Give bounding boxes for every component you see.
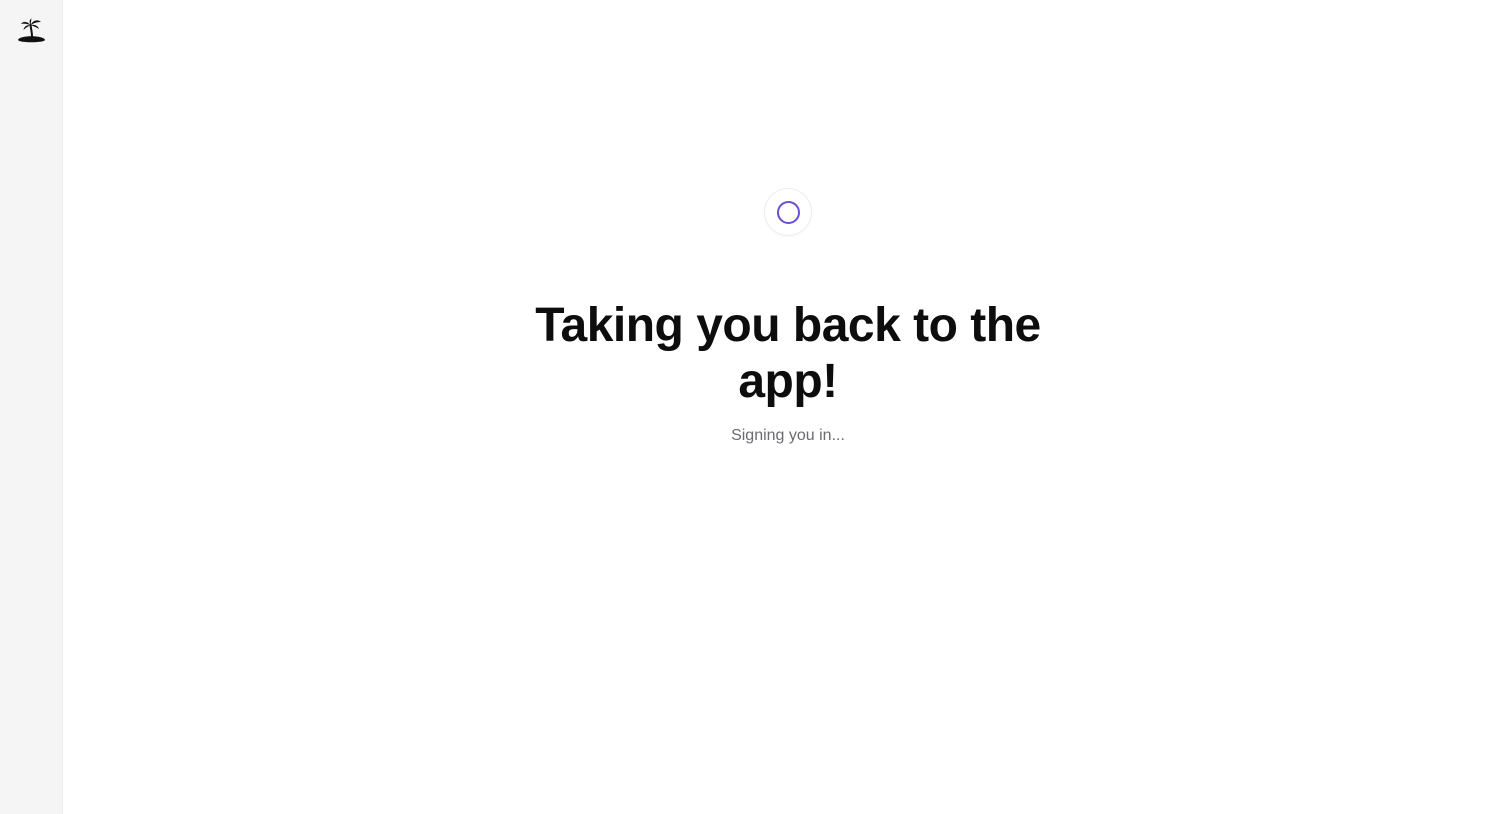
app-root: Taking you back to the app! Signing you … [0,0,1512,814]
sidebar [0,0,63,814]
loading-spinner [765,189,811,235]
main-content: Taking you back to the app! Signing you … [63,0,1512,814]
island-palm-icon[interactable] [17,18,46,44]
loading-spinner-icon [776,200,800,224]
status-text: Signing you in... [731,427,845,444]
page-title: Taking you back to the app! [535,299,1041,408]
